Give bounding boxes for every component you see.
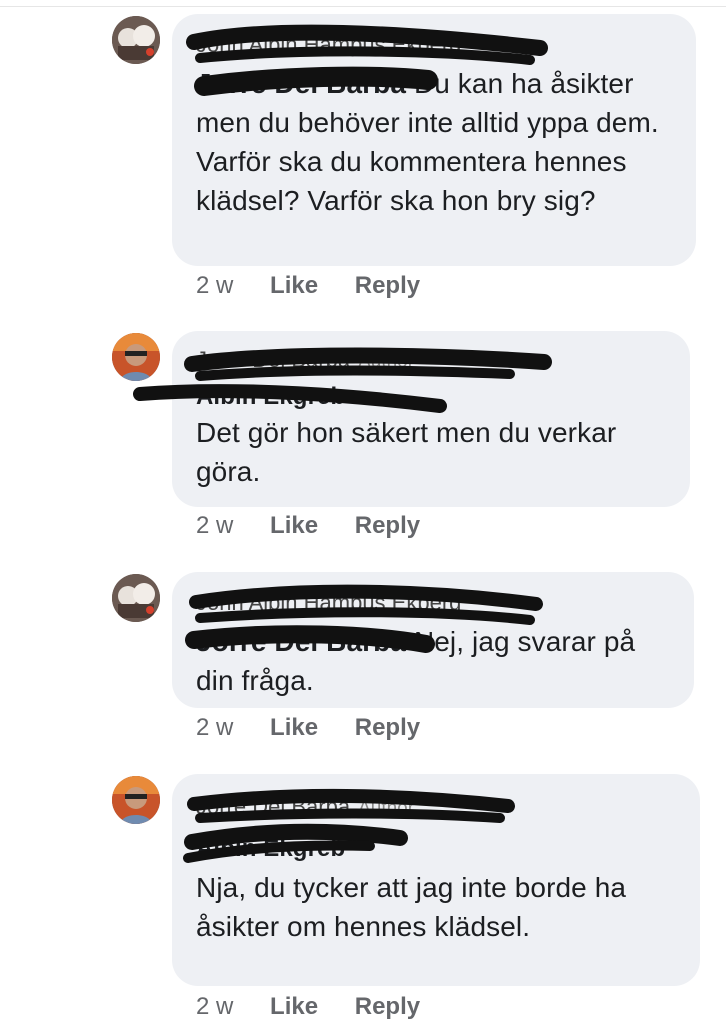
comment-author[interactable]: John Albin Hampus Ekberg (196, 26, 672, 64)
comment-author[interactable]: Jorre Del Barba Author (196, 788, 676, 826)
avatar[interactable] (112, 574, 160, 622)
comment-bubble: Jorre Del Barba Author Albin Ekgreb Det g… (172, 331, 690, 507)
reply-button[interactable]: Reply (355, 272, 420, 299)
reply-button[interactable]: Reply (355, 993, 420, 1020)
author-badge: Author (358, 798, 415, 819)
comment-actions: 2 w Like Reply (196, 714, 450, 742)
reply-button[interactable]: Reply (355, 512, 420, 539)
comment-text: Jorre Del Barba Du kan ha åsikter men du… (196, 68, 659, 216)
mention-link[interactable]: Albin Ekgreb (196, 381, 666, 413)
avatar[interactable] (112, 776, 160, 824)
comment-bubble: John Albin Hampus Ekberg Jorre Del Barba… (172, 14, 696, 266)
like-button[interactable]: Like (270, 993, 318, 1020)
author-badge: Author (358, 351, 415, 372)
comment-author[interactable]: Jorre Del Barba Author (196, 341, 666, 379)
like-button[interactable]: Like (270, 272, 318, 299)
comment-bubble: John Albin Hampus Ekberg Jorre Del Barba… (172, 572, 694, 708)
comment-text: Albin Ekgreb Det gör hon säkert men du v… (196, 381, 666, 491)
reply-button[interactable]: Reply (355, 714, 420, 741)
comment-actions: 2 w Like Reply (196, 993, 450, 1021)
comment-timestamp[interactable]: 2 w (196, 512, 233, 539)
avatar-image-icon (112, 776, 160, 824)
comment-actions: 2 w Like Reply (196, 512, 450, 540)
comment-timestamp[interactable]: 2 w (196, 993, 233, 1020)
mention-link[interactable]: Jorre Del Barba (196, 68, 406, 99)
comment-text: Jorre Del Barba Nej, jag svarar på din f… (196, 626, 636, 696)
comment-bubble: Jorre Del Barba Author Albin Ekgreb Nja, … (172, 774, 700, 986)
mention-link[interactable]: Albin Ekgreb (196, 830, 676, 868)
like-button[interactable]: Like (270, 714, 318, 741)
avatar-image-icon (112, 16, 160, 64)
avatar[interactable] (112, 16, 160, 64)
like-button[interactable]: Like (270, 512, 318, 539)
avatar-image-icon (112, 333, 160, 381)
mention-link[interactable]: Jorre Del Barba (196, 626, 406, 657)
comment-timestamp[interactable]: 2 w (196, 272, 233, 299)
comment-author[interactable]: John Albin Hampus Ekberg (196, 584, 670, 622)
avatar-image-icon (112, 574, 160, 622)
avatar[interactable] (112, 333, 160, 381)
comment-text: Albin Ekgreb Nja, du tycker att jag inte… (196, 830, 676, 946)
comment-timestamp[interactable]: 2 w (196, 714, 233, 741)
top-divider (0, 6, 726, 7)
comment-actions: 2 w Like Reply (196, 272, 450, 300)
